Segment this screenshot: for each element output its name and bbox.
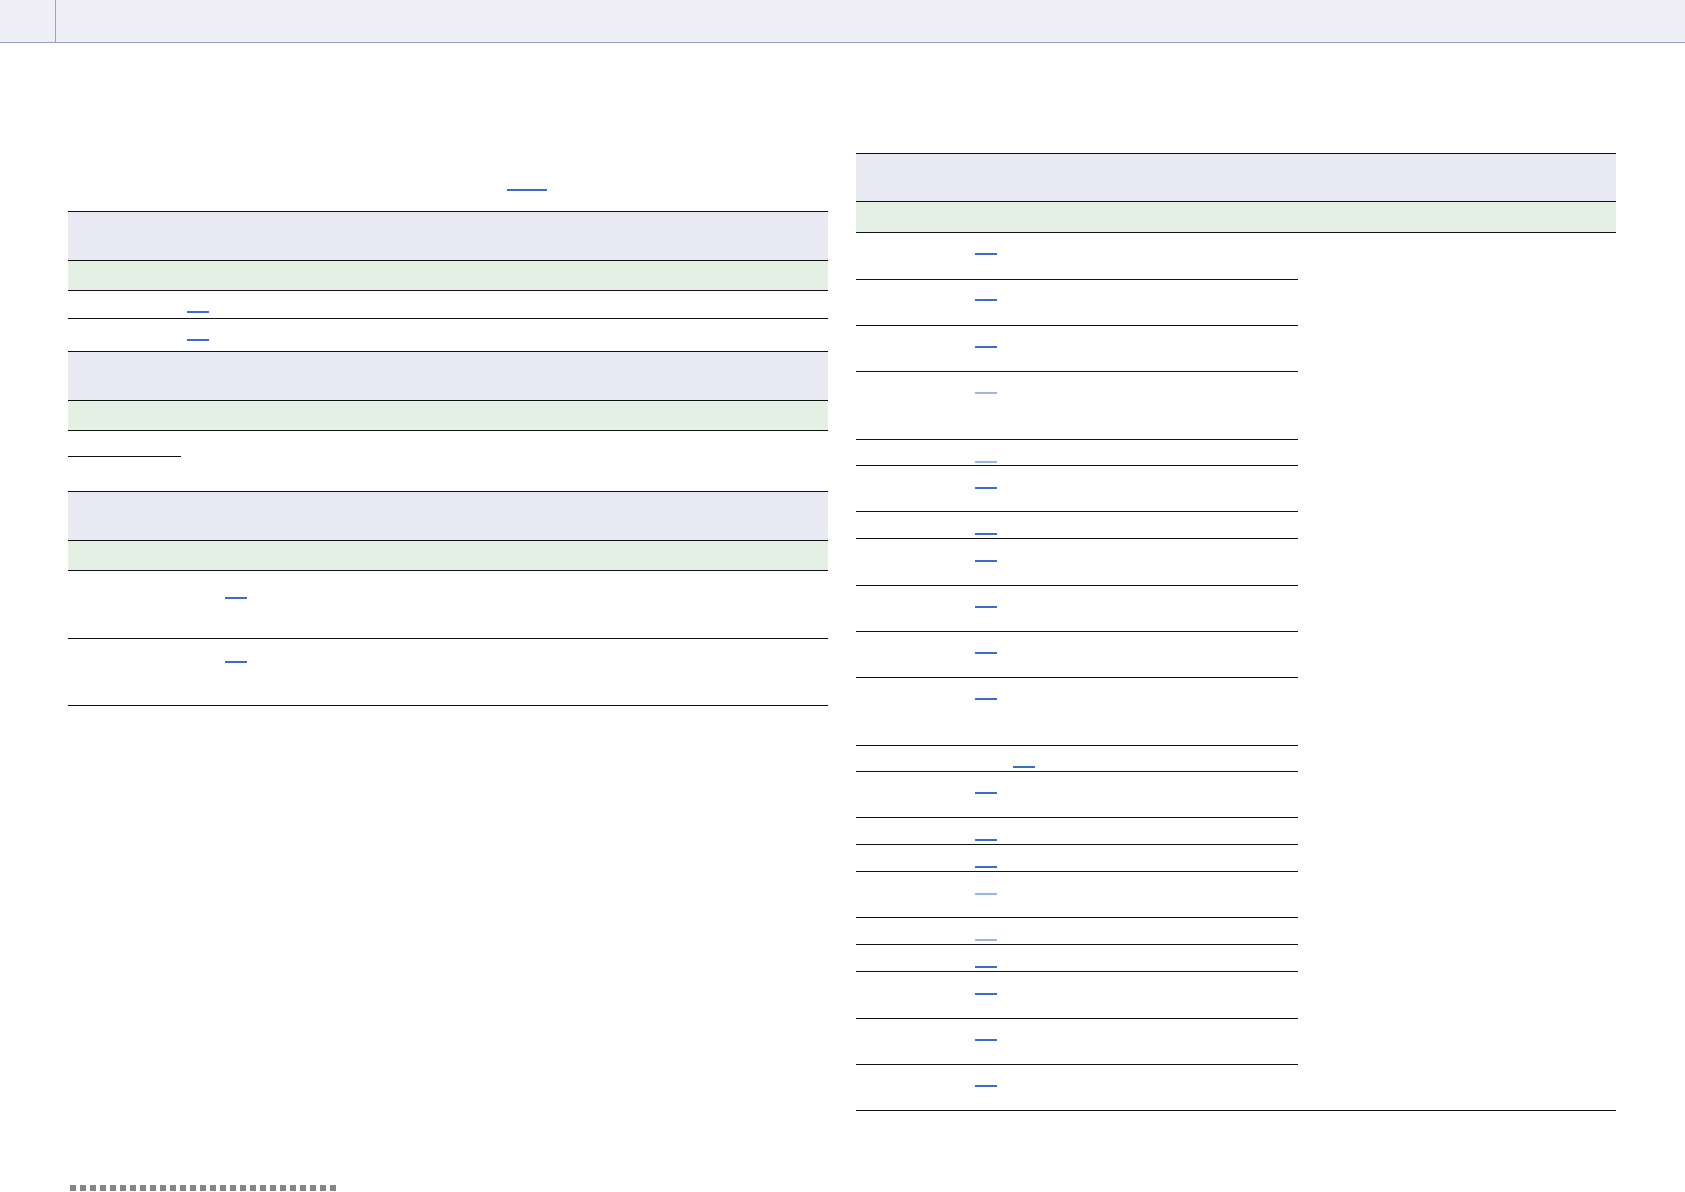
table-2-subheader (68, 401, 828, 430)
table-3-header (68, 492, 828, 540)
page-link[interactable] (975, 698, 997, 700)
page-link[interactable] (225, 661, 247, 663)
page-link[interactable] (975, 560, 997, 562)
page-link[interactable] (975, 253, 997, 255)
page-link[interactable] (975, 1085, 997, 1087)
page-link[interactable] (187, 311, 209, 313)
table-1-subheader (68, 261, 828, 290)
underlined-term (68, 456, 181, 457)
page-link[interactable] (975, 652, 997, 654)
table-3-subheader (68, 541, 828, 570)
table-1-header (68, 212, 828, 260)
page-link[interactable] (975, 392, 997, 394)
page-link[interactable] (1013, 766, 1035, 768)
footer-fragment (70, 1185, 340, 1191)
page-link[interactable] (975, 299, 997, 301)
page-link[interactable] (225, 597, 247, 599)
table-4-header (856, 154, 1616, 201)
page-link[interactable] (975, 839, 997, 841)
page-link[interactable] (975, 461, 997, 463)
page-reference-link[interactable] (507, 189, 547, 191)
page-link[interactable] (975, 966, 997, 968)
page-link[interactable] (975, 993, 997, 995)
top-bar (0, 0, 1685, 43)
page-link[interactable] (975, 346, 997, 348)
chapter-tab[interactable] (0, 0, 56, 42)
page-link[interactable] (975, 792, 997, 794)
page-link[interactable] (975, 606, 997, 608)
page-link[interactable] (975, 866, 997, 868)
page-link[interactable] (975, 939, 997, 941)
page-link[interactable] (975, 1039, 997, 1041)
table-4-subheader (856, 202, 1616, 232)
page-link[interactable] (187, 339, 209, 341)
table-2-header (68, 352, 828, 400)
page-link[interactable] (975, 893, 997, 895)
page-link[interactable] (975, 533, 997, 535)
page-link[interactable] (975, 487, 997, 489)
